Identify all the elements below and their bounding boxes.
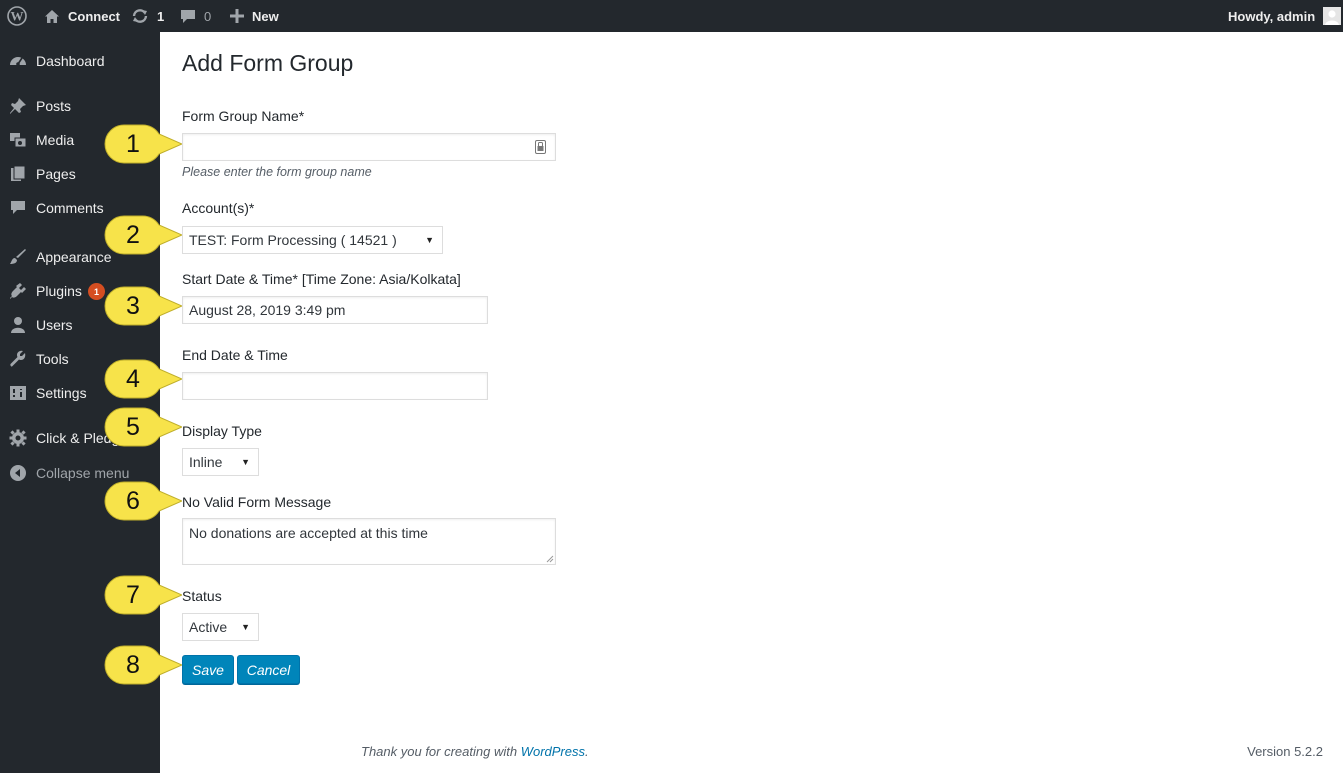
avatar — [1323, 7, 1342, 25]
sidebar-item-dashboard[interactable]: Dashboard — [0, 44, 160, 78]
start-date-value: August 28, 2019 3:49 pm — [189, 302, 346, 318]
sidebar-item-label: Comments — [36, 200, 104, 216]
callout-marker: 1 — [104, 124, 182, 164]
dropdown-arrow-icon: ▼ — [241, 457, 250, 467]
howdy-label: Howdy, admin — [1228, 8, 1316, 24]
user-icon — [9, 316, 27, 334]
sidebar-item-label: Media — [36, 132, 75, 148]
no-valid-form-message-label: No Valid Form Message — [182, 494, 332, 510]
callout-marker: 2 — [104, 215, 182, 255]
comments-link[interactable]: 0 — [180, 0, 211, 32]
sidebar-item-label: Settings — [36, 385, 87, 401]
callout-marker: 6 — [104, 481, 182, 521]
no-valid-form-message-textarea[interactable]: No donations are accepted at this time — [182, 518, 556, 565]
callout-marker: 5 — [104, 407, 182, 447]
password-manager-icon[interactable] — [535, 140, 546, 157]
sidebar-item-label: Plugins — [36, 283, 82, 299]
wrench-icon — [9, 350, 27, 368]
callout-number: 6 — [126, 486, 140, 515]
new-label: New — [252, 8, 279, 24]
updates-link[interactable]: 1 — [131, 0, 164, 32]
display-type-label: Display Type — [182, 423, 262, 439]
footer-thanks-text: Thank you for creating with — [361, 744, 521, 759]
save-button[interactable]: Save — [182, 655, 234, 684]
comments-count: 0 — [204, 8, 212, 24]
end-date-input[interactable] — [182, 372, 488, 400]
callout-number: 4 — [126, 364, 140, 393]
start-date-label: Start Date & Time* [Time Zone: Asia/Kolk… — [182, 271, 461, 287]
dropdown-arrow-icon: ▼ — [241, 622, 250, 632]
plug-icon — [9, 282, 27, 300]
accounts-label: Account(s)* — [182, 200, 255, 216]
accounts-select[interactable]: TEST: Form Processing ( 14521 ) ▼ — [182, 226, 443, 254]
gear-icon — [9, 429, 27, 447]
cancel-button[interactable]: Cancel — [237, 655, 300, 684]
media-icon — [9, 131, 27, 149]
comment-icon — [9, 199, 27, 217]
wordpress-link[interactable]: WordPress — [521, 744, 585, 759]
callout-number: 2 — [126, 220, 140, 249]
plus-icon — [230, 9, 244, 23]
resize-handle-icon[interactable] — [546, 555, 554, 563]
callout-marker: 3 — [104, 286, 182, 326]
settings-icon — [9, 384, 27, 402]
wordpress-logo-icon[interactable]: W — [7, 0, 27, 32]
updates-icon — [131, 8, 149, 24]
form-group-name-input[interactable] — [182, 133, 556, 161]
accounts-selected-value: TEST: Form Processing ( 14521 ) — [189, 232, 397, 248]
sidebar-item-label: Tools — [36, 351, 69, 367]
pages-icon — [9, 165, 27, 183]
callout-number: 3 — [126, 291, 140, 320]
my-account-link[interactable]: Howdy, admin — [1228, 0, 1342, 32]
form-group-name-label: Form Group Name* — [182, 108, 305, 124]
sidebar-item-label: Pages — [36, 166, 76, 182]
status-selected-value: Active — [189, 619, 228, 635]
callout-number: 5 — [126, 412, 140, 441]
start-date-input[interactable]: August 28, 2019 3:49 pm — [182, 296, 488, 324]
callout-number: 1 — [126, 129, 140, 158]
dropdown-arrow-icon: ▼ — [425, 235, 434, 245]
new-content-link[interactable]: New — [230, 0, 279, 32]
display-type-select[interactable]: Inline ▼ — [182, 448, 259, 476]
comment-bubble-icon — [180, 9, 196, 24]
status-label: Status — [182, 588, 222, 604]
footer-version: Version 5.2.2 — [1247, 744, 1323, 759]
collapse-icon — [9, 464, 27, 482]
no-valid-form-message-value: No donations are accepted at this time — [189, 525, 428, 541]
sidebar-item-posts[interactable]: Posts — [0, 89, 160, 123]
brush-icon — [9, 248, 27, 266]
display-type-selected-value: Inline — [189, 454, 223, 470]
page-title: Add Form Group — [182, 50, 354, 76]
callout-marker: 4 — [104, 359, 182, 399]
updates-count: 1 — [157, 8, 165, 24]
admin-bar: W Connect 1 0 New Howdy, admin — [0, 0, 1343, 32]
callout-marker: 7 — [104, 575, 182, 615]
form-group-name-hint: Please enter the form group name — [182, 165, 372, 179]
sidebar-item-label: Users — [36, 317, 73, 333]
callout-marker: 8 — [104, 645, 182, 685]
pin-icon — [9, 97, 27, 115]
plugins-update-badge: 1 — [88, 283, 105, 300]
sidebar-item-label: Collapse menu — [36, 465, 130, 481]
callout-number: 8 — [126, 650, 140, 679]
callout-number: 7 — [126, 580, 140, 609]
svg-text:W: W — [11, 9, 24, 24]
status-select[interactable]: Active ▼ — [182, 613, 259, 641]
home-icon — [44, 9, 60, 24]
sidebar-item-label: Appearance — [36, 249, 112, 265]
sidebar-item-label: Dashboard — [36, 53, 105, 69]
end-date-label: End Date & Time — [182, 347, 288, 363]
footer-thanks-suffix: . — [585, 744, 589, 759]
site-name-link[interactable]: Connect — [44, 0, 120, 32]
sidebar-item-label: Posts — [36, 98, 72, 114]
footer-thankyou: Thank you for creating with WordPress. — [361, 744, 589, 759]
site-name-label: Connect — [68, 8, 120, 24]
dashboard-icon — [9, 52, 27, 70]
